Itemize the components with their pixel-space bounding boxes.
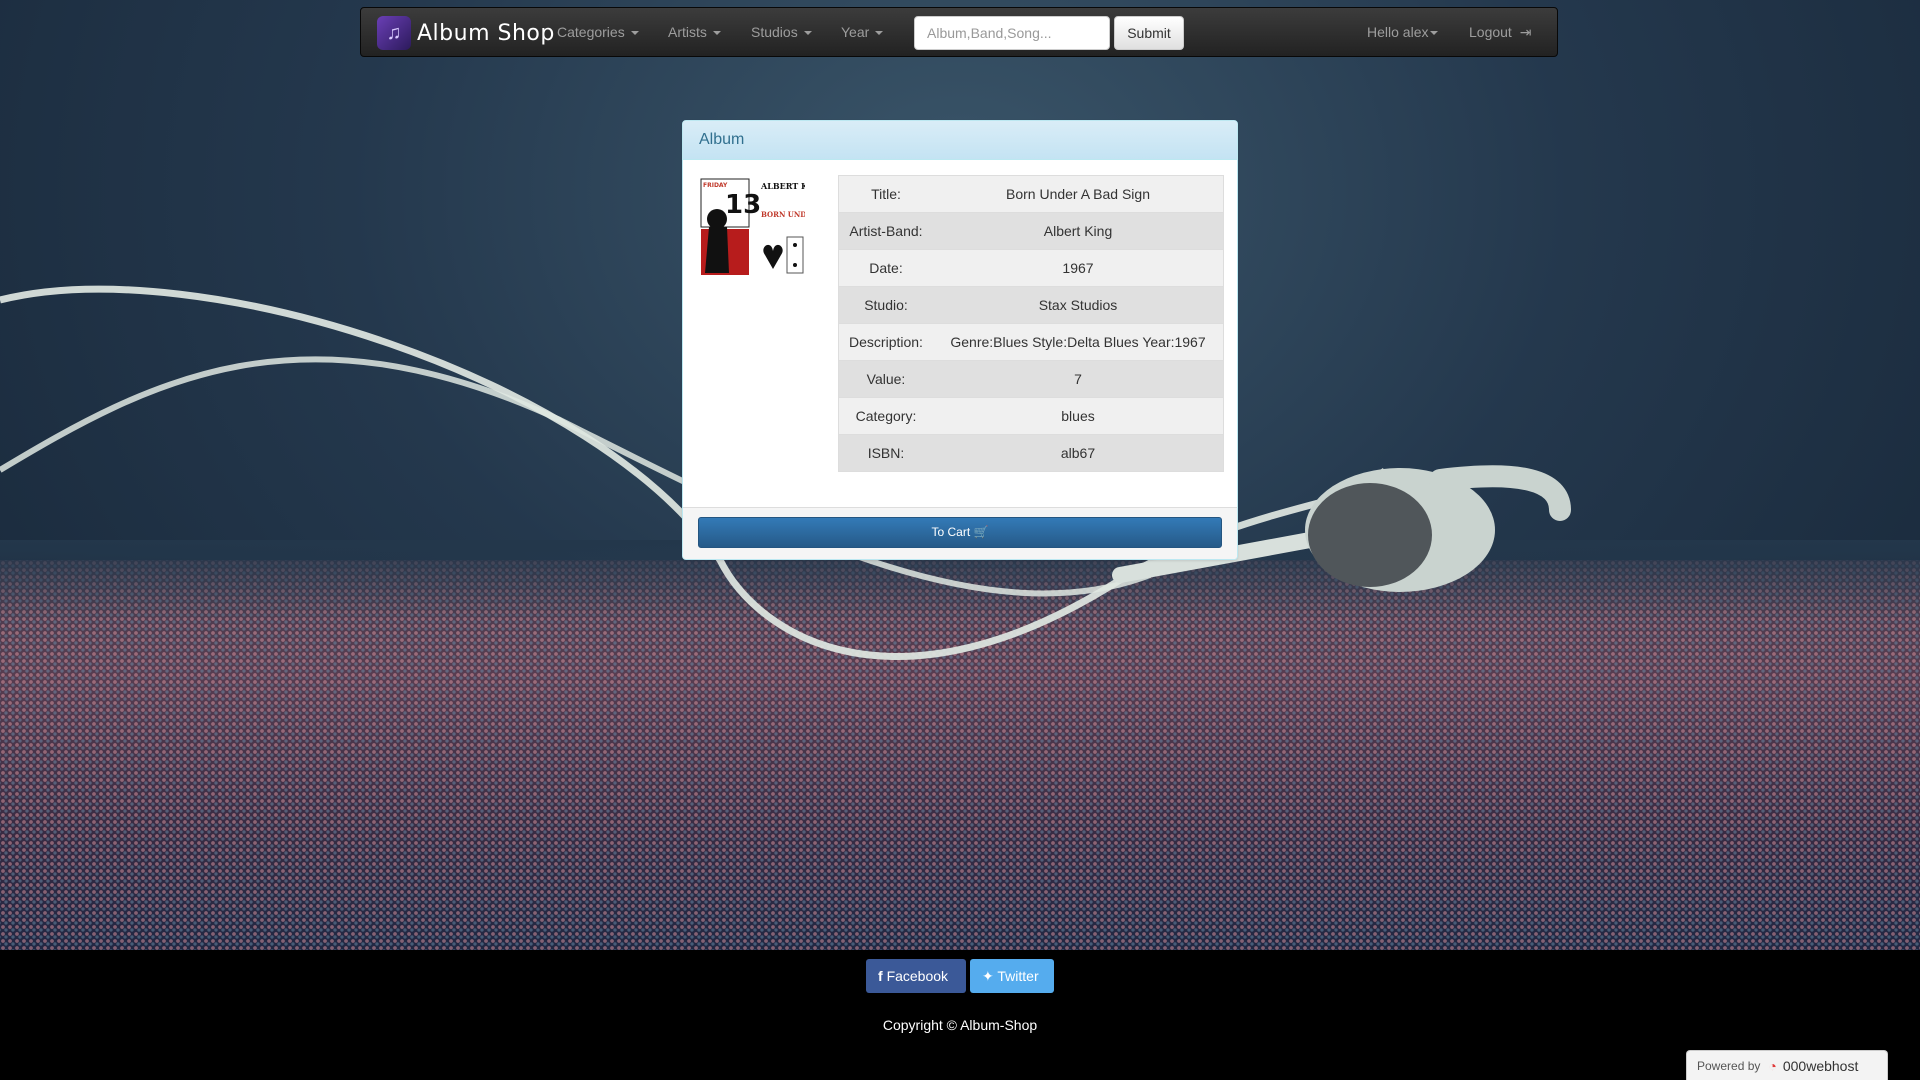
nav-artists-dropdown[interactable]: Artists	[668, 8, 721, 56]
detail-value: 7	[933, 360, 1224, 398]
panel-heading: Album	[683, 121, 1237, 160]
detail-value: alb67	[933, 434, 1224, 472]
powered-by-label: Powered by	[1697, 1058, 1761, 1073]
detail-row: Description: Genre:Blues Style:Delta Blue…	[838, 323, 1224, 361]
detail-label: ISBN:	[838, 434, 933, 472]
nav-studios-dropdown[interactable]: Studios	[751, 8, 812, 56]
detail-row: Studio: Stax Studios	[838, 286, 1224, 324]
detail-value: Born Under A Bad Sign	[933, 175, 1224, 213]
detail-value: blues	[933, 397, 1224, 435]
shopping-cart-icon: 🛒	[973, 525, 989, 539]
album-details-table: Title: Born Under A Bad Sign Artist-Band: A…	[838, 175, 1224, 472]
search-input[interactable]	[914, 16, 1110, 50]
page-footer: f Facebook ✦ Twitter Copyright © Album-S…	[0, 950, 1920, 1080]
nav-categories-dropdown[interactable]: Categories	[557, 8, 639, 56]
host-name: 000webhost	[1782, 1057, 1859, 1074]
caret-down-icon	[712, 31, 721, 36]
cover-number-text: 13	[725, 190, 761, 220]
caret-down-icon	[1430, 31, 1439, 36]
detail-label: Title:	[838, 175, 933, 213]
logout-link[interactable]: Logout ⇥	[1469, 8, 1531, 56]
facebook-button[interactable]: f Facebook	[866, 959, 966, 993]
detail-label: Category:	[838, 397, 933, 435]
detail-value: Genre:Blues Style:Delta Blues Year:1967	[933, 323, 1224, 361]
powered-by-badge[interactable]: Powered by ◔ 000webhost	[1686, 1050, 1888, 1080]
cover-artist-text: ALBERT KING	[760, 181, 805, 191]
nav-year-label: Year	[841, 24, 870, 40]
twitter-label: Twitter	[997, 968, 1039, 984]
detail-value: Stax Studios	[933, 286, 1224, 324]
logout-label: Logout	[1469, 24, 1512, 40]
nav-categories-label: Categories	[557, 24, 625, 40]
detail-row: Value: 7	[838, 360, 1224, 398]
detail-row: Date: 1967	[838, 249, 1224, 287]
twitter-icon: ✦	[982, 968, 994, 984]
caret-down-icon	[803, 31, 812, 36]
detail-row: Category: blues	[838, 397, 1224, 435]
nav-studios-label: Studios	[751, 24, 798, 40]
user-greeting: Hello alex	[1367, 24, 1429, 40]
detail-row: ISBN: alb67	[838, 434, 1224, 472]
panel-footer: To Cart 🛒	[683, 507, 1237, 559]
album-panel: Album FRIDAY 13 ALBERT KING BORN UNDER A…	[682, 120, 1238, 560]
host-logo-icon: ◔	[1768, 1057, 1777, 1074]
cart-button-label: To Cart	[931, 525, 971, 539]
caret-down-icon	[630, 31, 639, 36]
nav-year-dropdown[interactable]: Year	[841, 8, 884, 56]
facebook-icon: f	[878, 968, 883, 984]
album-cover-image: FRIDAY 13 ALBERT KING BORN UNDER A BAD S…	[699, 177, 869, 277]
brand-link[interactable]: ♫ Album Shop	[377, 16, 555, 50]
top-navbar: ♫ Album Shop Categories Artists Studios …	[360, 7, 1558, 57]
detail-label: Artist-Band:	[838, 212, 933, 250]
facebook-label: Facebook	[886, 968, 949, 984]
detail-row: Artist-Band: Albert King	[838, 212, 1224, 250]
detail-label: Value:	[838, 360, 933, 398]
user-menu-dropdown[interactable]: Hello alex	[1367, 8, 1439, 56]
copyright-text: Copyright © Album-Shop	[882, 1017, 1038, 1033]
detail-label: Date:	[838, 249, 933, 287]
twitter-button[interactable]: ✦ Twitter	[970, 959, 1054, 993]
add-to-cart-button[interactable]: To Cart 🛒	[698, 517, 1222, 548]
nav-artists-label: Artists	[668, 24, 707, 40]
brand-name: Album Shop	[417, 20, 555, 46]
detail-value: Albert King	[933, 212, 1224, 250]
detail-label: Studio:	[838, 286, 933, 324]
detail-value: 1967	[933, 249, 1224, 287]
cover-title-text: BORN UNDER A BAD SIGN	[761, 210, 805, 219]
detail-row: Title: Born Under A Bad Sign	[838, 175, 1224, 213]
search-submit-button[interactable]: Submit	[1114, 16, 1184, 50]
sign-out-icon: ⇥	[1519, 24, 1532, 40]
music-note-icon: ♫	[377, 16, 411, 50]
caret-down-icon	[875, 31, 884, 36]
cover-day-text: FRIDAY	[703, 182, 728, 189]
detail-label: Description:	[838, 323, 933, 361]
